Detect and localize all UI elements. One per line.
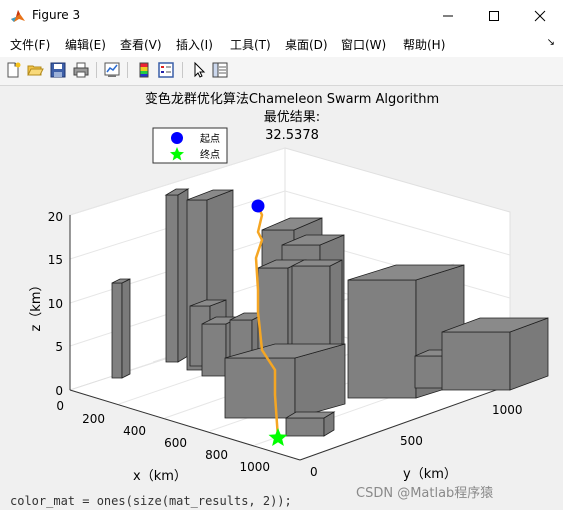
y-tick: 1000 [492, 403, 523, 417]
menu-window[interactable]: 窗口(W) [341, 36, 386, 53]
toolbar-separator [127, 62, 128, 78]
obstacle-front-face [111, 282, 123, 379]
z-tick: 5 [55, 340, 63, 354]
x-tick: 0 [56, 399, 64, 413]
maximize-button[interactable] [471, 0, 517, 31]
y-tick: 0 [310, 465, 318, 479]
obstacle-front-face [224, 357, 296, 419]
menu-edit[interactable]: 编辑(E) [65, 36, 106, 53]
y-axis-label: y（km） [403, 467, 457, 482]
obstacle-front-face [347, 279, 417, 399]
figure-window: Figure 3 文件(F) 编辑(E) 查看(V) 插入(I) 工具(T) 桌… [0, 0, 563, 510]
y-tick: 500 [400, 434, 423, 448]
obstacle-front-face [441, 331, 511, 391]
obstacle-side-face [121, 278, 131, 379]
maximize-icon [489, 10, 499, 21]
toolbar-separator [96, 62, 97, 78]
z-tick: 10 [48, 297, 63, 311]
start-point [251, 199, 265, 213]
obstacle-front-face [285, 417, 325, 437]
matlab-logo-icon [11, 10, 25, 22]
legend-icon[interactable] [157, 61, 175, 79]
link-plot-icon[interactable] [103, 61, 121, 79]
title-line-1: 变色龙群优化算法Chameleon Swarm Algorithm [145, 91, 439, 107]
menu-file[interactable]: 文件(F) [10, 36, 50, 53]
legend-start-marker [171, 132, 183, 144]
print-icon[interactable] [72, 61, 90, 79]
toolbar-separator [182, 62, 183, 78]
z-tick: 20 [48, 210, 63, 224]
x-tick: 600 [164, 436, 187, 450]
background-code-line: color_mat = ones(size(mat_results, 2)); [10, 494, 292, 508]
obstacle-front-face [414, 355, 444, 389]
plot-3d[interactable]: 变色龙群优化算法Chameleon Swarm Algorithm 最优结果: … [0, 86, 563, 510]
legend-start-label: 起点 [200, 133, 220, 145]
close-button[interactable] [517, 0, 563, 31]
legend-end-label: 终点 [200, 148, 220, 161]
menu-help[interactable]: 帮助(H) [403, 36, 445, 53]
z-axis-label: z（km） [29, 278, 44, 331]
toolbar [0, 57, 563, 86]
title-line-2: 最优结果: [264, 110, 320, 125]
figure-canvas: 变色龙群优化算法Chameleon Swarm Algorithm 最优结果: … [0, 86, 563, 510]
property-inspector-icon[interactable] [211, 61, 229, 79]
obstacle-front-face [165, 194, 179, 363]
menu-insert[interactable]: 插入(I) [176, 36, 213, 53]
minimize-icon [443, 15, 453, 16]
legend[interactable]: 起点 终点 [152, 127, 228, 164]
title-line-3: 32.5378 [265, 128, 319, 143]
minimize-button[interactable] [425, 0, 471, 31]
open-file-icon[interactable] [26, 61, 44, 79]
menu-view[interactable]: 查看(V) [120, 36, 162, 53]
dock-arrow-icon[interactable]: ↘ [547, 37, 555, 48]
window-title: Figure 3 [32, 8, 81, 22]
x-tick: 200 [82, 412, 105, 426]
title-bar: Figure 3 [0, 0, 563, 31]
close-icon [534, 10, 546, 21]
colorbar-icon[interactable] [135, 61, 153, 79]
menu-bar: 文件(F) 编辑(E) 查看(V) 插入(I) 工具(T) 桌面(D) 窗口(W… [0, 31, 563, 57]
save-icon[interactable] [49, 61, 67, 79]
z-tick: 15 [48, 253, 63, 267]
watermark: CSDN @Matlab程序猿 [356, 486, 494, 501]
obstacle-front-face [201, 323, 227, 377]
z-tick: 0 [55, 384, 63, 398]
menu-tools[interactable]: 工具(T) [230, 36, 271, 53]
menu-desktop[interactable]: 桌面(D) [285, 36, 328, 53]
x-axis-label: x（km） [133, 469, 187, 484]
x-tick: 1000 [239, 460, 270, 474]
new-figure-icon[interactable] [4, 61, 22, 79]
x-tick: 800 [205, 448, 228, 462]
pointer-icon[interactable] [190, 61, 208, 79]
obstacle-side-face [177, 188, 189, 363]
x-tick: 400 [123, 424, 146, 438]
